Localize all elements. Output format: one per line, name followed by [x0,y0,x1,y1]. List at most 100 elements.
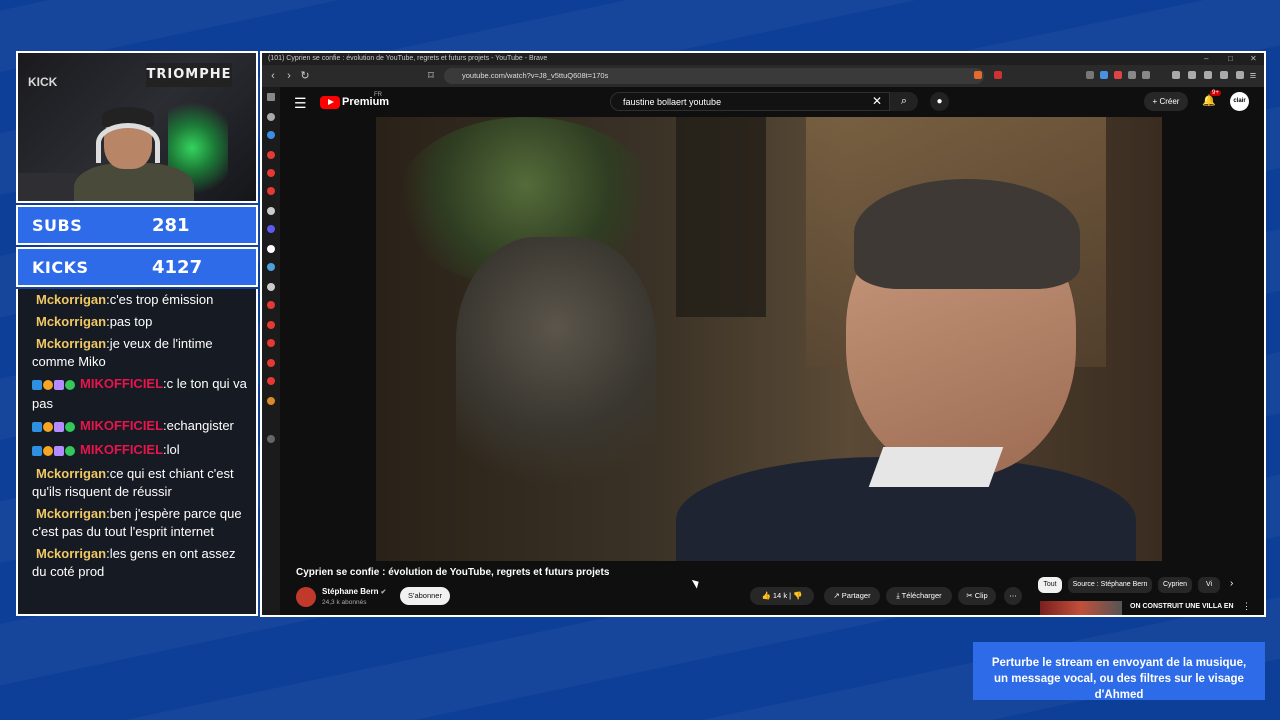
search-input[interactable]: faustine bollaert youtube [610,92,890,111]
sidebar-app-icon[interactable] [267,397,275,405]
chat-message: Mckorrigan:les gens en ont assez du coté… [32,546,236,579]
badge-icon [65,446,75,456]
youtube-logo-icon[interactable] [320,96,340,109]
badge-icon [43,446,53,456]
sidebar-app-icon[interactable] [267,339,275,347]
download-button[interactable]: ⤓ Télécharger [886,587,952,605]
subscribe-button[interactable]: S'abonner [400,587,450,605]
tiktok-icon[interactable] [267,207,275,215]
account-avatar[interactable]: clair [1230,92,1249,111]
sidebar-app-icon[interactable] [267,131,275,139]
youtube-page: ☰ Premium FR faustine bollaert youtube ✕… [280,87,1264,615]
vpn-icon[interactable] [1236,71,1244,79]
sidebar-app-icon[interactable] [267,169,275,177]
share-label: Partager [841,591,871,600]
more-actions-icon[interactable]: ⋯ [1004,587,1022,605]
channel-name[interactable]: Stéphane Bern ✔ [322,587,386,596]
microphone-icon[interactable]: ● [930,92,949,111]
url-bar[interactable]: youtube.com/watch?v=J8_v5ttuQ608t=170s [444,68,984,84]
sidebar-app-icon[interactable] [267,225,275,233]
recommended-title[interactable]: ON CONSTRUIT UNE VILLA EN [1130,603,1234,610]
chat-username[interactable]: MIKOFFICIEL [80,418,163,433]
chat-message: Mckorrigan:ben j'espère parce que c'est … [32,506,242,539]
dislike-icon[interactable]: 👎 [793,591,802,600]
share-button[interactable]: ↗ Partager [824,587,880,605]
extension-icon[interactable] [1128,71,1136,79]
chat-username[interactable]: Mckorrigan [36,336,106,351]
clear-search-icon[interactable]: ✕ [872,94,882,108]
forward-icon[interactable]: › [282,69,296,83]
sidebar-app-icon[interactable] [267,377,275,385]
back-icon[interactable]: ‹ [266,69,280,83]
recommended-thumbnail[interactable] [1040,601,1122,615]
kicks-value: 4127 [152,257,203,278]
chip-tout[interactable]: Tout [1038,577,1062,593]
scissors-icon: ✂ [966,591,973,600]
sidebar-app-icon[interactable] [267,113,275,121]
clip-button[interactable]: ✂ Clip [958,587,996,605]
maximize-button[interactable]: □ [1228,53,1233,65]
close-window-button[interactable]: ✕ [1250,53,1257,65]
chip-more[interactable]: Vi [1198,577,1220,593]
chat-text: pas top [109,314,153,329]
chat-username[interactable]: Mckorrigan [36,546,106,561]
chat-text: c'es trop émission [109,292,214,307]
like-dislike-button[interactable]: 👍 14 k | 👎 [750,587,814,605]
sidebar-panel-icon[interactable] [267,93,275,101]
minimize-button[interactable]: – [1204,53,1208,65]
bookmark-icon[interactable]: ⌑ [424,69,438,83]
sidebar-app-icon[interactable] [267,263,275,271]
sidebar-toggle-icon[interactable] [1188,71,1196,79]
search-icon[interactable]: ⌕ [890,92,918,111]
chevron-right-icon[interactable]: › [1230,578,1233,589]
badge-icon [43,422,53,432]
like-count: 14 k [772,591,788,600]
kicks-counter: KICKS 4127 [16,247,258,287]
notice-line-1: Perturbe le stream en envoyant de la mus… [991,657,1247,669]
youtube-brand[interactable]: Premium [342,96,389,108]
sidebar-app-icon[interactable] [267,301,275,309]
sidebar-app-icon[interactable] [267,187,275,195]
google-icon[interactable] [267,245,275,253]
badge-icon [54,446,64,456]
extension-icon[interactable] [1100,71,1108,79]
reload-icon[interactable]: ↻ [298,69,312,83]
youtube-header: ☰ Premium FR faustine bollaert youtube ✕… [280,87,1264,117]
sidebar-app-icon[interactable] [267,151,275,159]
recommended-more-icon[interactable]: ⋮ [1242,601,1251,612]
chip-source[interactable]: Source : Stéphane Bern [1068,577,1152,593]
extension-icon[interactable] [1086,71,1094,79]
chat-username[interactable]: Mckorrigan [36,314,106,329]
sidebar-app-icon[interactable] [267,321,275,329]
sidebar-app-icon[interactable] [267,359,275,367]
brave-rewards-icon[interactable] [994,71,1002,79]
title-bar: (101) Cyprien se confie : évolution de Y… [262,53,1264,65]
browser-menu-icon[interactable]: ≡ [1246,69,1260,83]
chat-message: Mckorrigan:pas top [36,314,153,329]
chat-username[interactable]: Mckorrigan [36,506,106,521]
channel-avatar[interactable] [296,587,316,607]
extension-icon[interactable] [1142,71,1150,79]
media-icon[interactable] [1172,71,1180,79]
window-title: (101) Cyprien se confie : évolution de Y… [268,55,548,62]
chat-username[interactable]: Mckorrigan [36,292,106,307]
kicks-label: KICKS [32,258,89,277]
chat-username[interactable]: MIKOFFICIEL [80,442,163,457]
chat-text: lol [166,442,180,457]
chat-message: MIKOFFICIEL:c le ton qui va pas [32,376,247,411]
download-icon[interactable] [1220,71,1228,79]
hamburger-menu-icon[interactable]: ☰ [294,95,307,112]
chat-username[interactable]: Mckorrigan [36,466,106,481]
chat-message: Mckorrigan:c'es trop émission [36,292,214,307]
video-player[interactable] [376,117,1162,561]
tiktok-icon[interactable] [267,283,275,291]
share-icon: ↗ [833,591,840,600]
wallet-icon[interactable] [1204,71,1212,79]
badge-icon [54,422,64,432]
brave-shield-icon[interactable] [974,71,982,79]
chat-username[interactable]: MIKOFFICIEL [80,376,163,391]
add-panel-icon[interactable] [267,435,275,443]
extension-icon[interactable] [1114,71,1122,79]
create-button[interactable]: + Créer [1144,92,1188,111]
chip-cyprien[interactable]: Cyprien [1158,577,1192,593]
